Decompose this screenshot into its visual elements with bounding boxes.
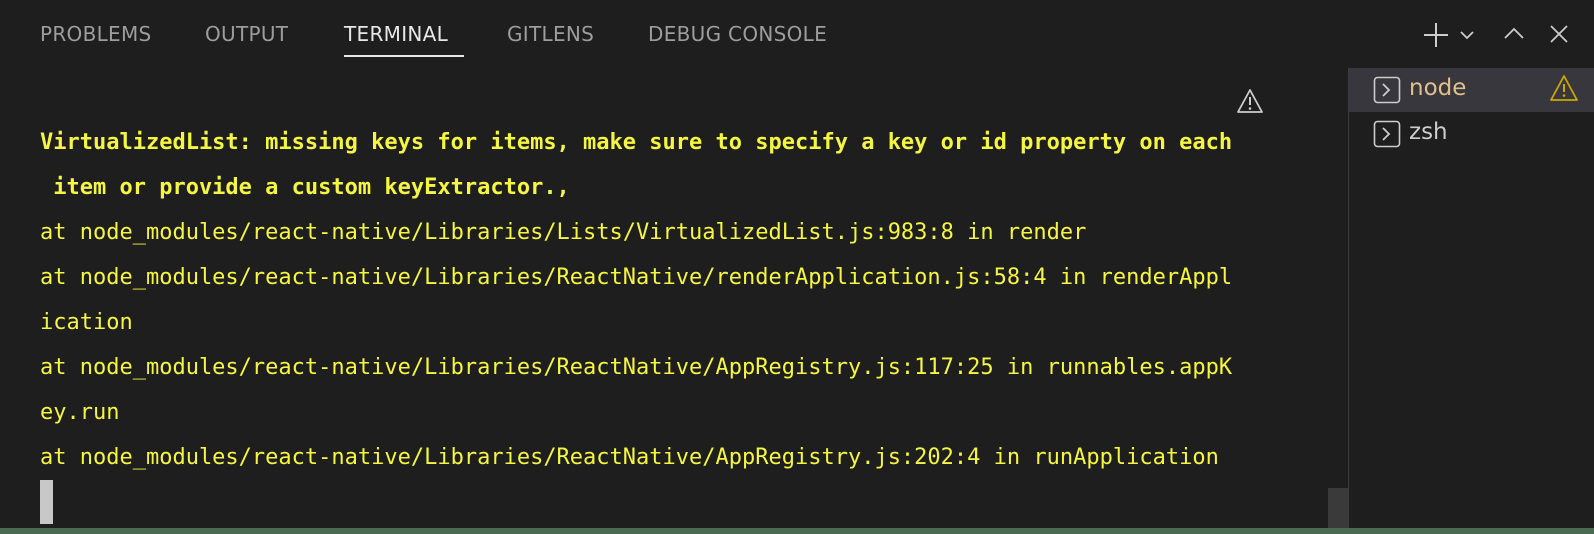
maximize-panel-button[interactable]	[1502, 22, 1526, 50]
plus-icon	[1424, 23, 1448, 47]
tab-debug-console[interactable]: DEBUG CONSOLE	[648, 22, 827, 46]
tab-gitlens[interactable]: GITLENS	[507, 22, 594, 46]
tab-terminal[interactable]: TERMINAL	[344, 22, 448, 46]
terminal-line: ication	[40, 310, 133, 335]
new-terminal-button[interactable]	[1422, 21, 1450, 53]
close-icon	[1550, 25, 1568, 43]
terminal-line: VirtualizedList: missing keys for items,…	[40, 130, 1233, 155]
terminal-list: node zsh	[1348, 68, 1594, 528]
terminal-dropdown-button[interactable]	[1458, 26, 1476, 48]
terminal-icon	[1373, 76, 1401, 108]
terminal-cursor	[40, 480, 53, 524]
terminal-line: ey.run	[40, 400, 120, 425]
terminal-scrollbar[interactable]	[1328, 488, 1348, 528]
status-bar-edge	[0, 528, 1594, 534]
active-tab-indicator	[344, 55, 464, 57]
terminal-item-label: zsh	[1409, 119, 1448, 145]
terminal-icon	[1373, 120, 1401, 152]
terminal-item-node[interactable]: node	[1349, 68, 1594, 112]
tab-output[interactable]: OUTPUT	[205, 22, 288, 46]
terminal-line: at node_modules/react-native/Libraries/R…	[40, 445, 1219, 470]
chevron-up-icon	[1504, 27, 1524, 39]
tab-problems[interactable]: PROBLEMS	[40, 22, 152, 46]
terminal-item-label: node	[1409, 75, 1467, 101]
terminal-line: at node_modules/react-native/Libraries/L…	[40, 220, 1087, 245]
chevron-down-icon	[1460, 31, 1474, 40]
terminal-line: at node_modules/react-native/Libraries/R…	[40, 265, 1233, 290]
close-panel-button[interactable]	[1547, 22, 1571, 50]
panel-tab-bar: PROBLEMS OUTPUT TERMINAL GITLENS DEBUG C…	[0, 0, 1594, 68]
warning-icon	[1549, 74, 1579, 106]
terminal-item-zsh[interactable]: zsh	[1349, 112, 1594, 156]
warning-icon	[1236, 88, 1264, 118]
terminal-output[interactable]: VirtualizedList: missing keys for items,…	[40, 120, 1310, 480]
terminal-line: at node_modules/react-native/Libraries/R…	[40, 355, 1233, 380]
terminal-line: item or provide a custom keyExtractor.,	[40, 175, 570, 200]
